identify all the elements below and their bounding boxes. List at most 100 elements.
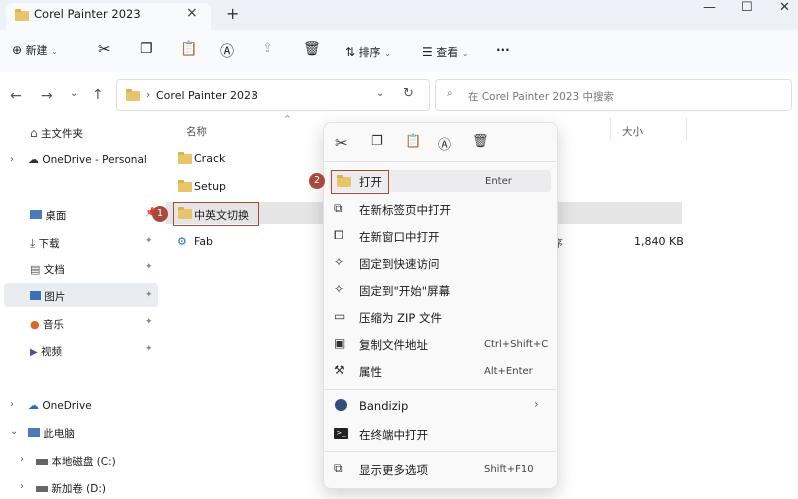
folder-icon (178, 180, 192, 192)
menu-item-more-options[interactable]: ⧉ 显示更多选项 Shift+F10 (329, 458, 551, 480)
nav-label: 图片 (44, 291, 66, 303)
file-name: Crack (194, 152, 226, 165)
nav-item-desktop[interactable]: 桌面 (30, 208, 66, 223)
folder-icon (126, 89, 140, 101)
breadcrumb-folder[interactable]: Corel Painter 2023 (156, 89, 258, 102)
nav-item-music[interactable]: ● 音乐 (30, 317, 64, 332)
file-row[interactable]: Crack (166, 147, 326, 169)
nav-selection-highlight (4, 283, 158, 307)
column-divider[interactable] (610, 118, 611, 140)
share-icon[interactable]: ⇪ (262, 41, 273, 56)
nav-item-this-pc[interactable]: 此电脑 (28, 426, 75, 441)
view-button[interactable]: ☰ 查看 ⌄ (422, 44, 468, 60)
address-dropdown-icon[interactable]: ⌄ (376, 88, 384, 99)
close-window-button[interactable]: ✕ (779, 0, 790, 15)
pin-icon[interactable]: ✦ (145, 236, 153, 246)
command-bar (0, 30, 798, 73)
menu-item-compress-zip[interactable]: ▭ 压缩为 ZIP 文件 (329, 306, 551, 328)
menu-item-open-terminal[interactable]: >_ 在终端中打开 (329, 423, 551, 445)
nav-item-drive-c[interactable]: 本地磁盘 (C:) (36, 454, 116, 469)
menu-item-open-new-tab[interactable]: ⧉ 在新标签页中打开 (329, 198, 551, 220)
cloud-icon: ☁ (28, 153, 39, 166)
paste-icon[interactable]: 📋 (180, 41, 197, 57)
column-header-name[interactable]: 名称 (186, 124, 207, 139)
menu-item-open-new-window[interactable]: ⧠ 在新窗口中打开 (329, 225, 551, 247)
more-options-icon[interactable]: ··· (496, 43, 510, 57)
step-badge-1: 1 (152, 206, 168, 222)
menu-label: 显示更多选项 (359, 463, 428, 477)
nav-label: 文档 (43, 264, 65, 276)
breadcrumb-separator: › (252, 88, 257, 101)
maximize-button[interactable]: ☐ (741, 0, 753, 15)
back-icon[interactable]: ← (10, 88, 22, 104)
copy-icon[interactable]: ❐ (371, 134, 383, 149)
menu-item-properties[interactable]: ⚒ 属性 Alt+Enter (329, 360, 551, 382)
column-header-size[interactable]: 大小 (622, 124, 643, 139)
column-divider[interactable] (686, 118, 687, 140)
computer-icon (28, 428, 40, 437)
chevron-down-icon: ⌄ (461, 49, 469, 58)
nav-item-onedrive-personal[interactable]: ☁ OneDrive - Personal (28, 153, 147, 166)
menu-label: 在新窗口中打开 (359, 230, 440, 244)
cut-icon[interactable]: ✂ (98, 40, 111, 58)
menu-label: Bandizip (359, 399, 409, 413)
refresh-icon[interactable]: ↻ (403, 86, 414, 101)
file-size: 1,840 KB (634, 235, 684, 248)
nav-item-documents[interactable]: ▤ 文档 (30, 262, 65, 277)
nav-label: 视频 (41, 346, 63, 358)
menu-item-bandizip[interactable]: Bandizip › (329, 395, 551, 417)
pin-icon[interactable]: ✦ (145, 317, 153, 327)
file-row[interactable]: Setup (166, 175, 326, 197)
copy-icon[interactable]: ❐ (140, 41, 153, 57)
app-icon: ⚙ (177, 235, 187, 248)
nav-item-onedrive[interactable]: ☁ OneDrive (28, 399, 92, 412)
download-icon: ⤓ (30, 236, 36, 250)
sort-icon: ⇅ (345, 45, 356, 59)
bandizip-icon (335, 399, 347, 411)
sort-label: 排序 (358, 46, 381, 59)
chevron-right-icon[interactable]: › (20, 454, 24, 465)
nav-item-home[interactable]: ⌂ 主文件夹 (30, 126, 83, 141)
minimize-button[interactable]: — (703, 0, 716, 15)
new-button[interactable]: ⊕ 新建 ⌄ (12, 42, 58, 58)
menu-item-pin-quick-access[interactable]: ✧ 固定到快速访问 (329, 252, 551, 274)
chevron-down-icon[interactable]: ⌄ (10, 426, 18, 437)
nav-label: 新加卷 (D:) (51, 483, 106, 495)
more-options-icon: ⧉ (334, 461, 343, 475)
rename-icon[interactable]: Ⓐ (438, 134, 451, 153)
chevron-right-icon[interactable]: › (10, 399, 14, 410)
recent-dropdown-icon[interactable]: ⌄ (70, 88, 78, 99)
delete-icon[interactable]: 🗑 (472, 134, 489, 149)
rename-icon[interactable]: Ⓐ (220, 41, 234, 61)
up-icon[interactable]: ↑ (92, 87, 104, 103)
menu-label: 在终端中打开 (359, 428, 428, 442)
nav-label: 下载 (38, 238, 60, 250)
pin-icon[interactable]: ✦ (145, 344, 153, 354)
forward-icon[interactable]: → (41, 88, 53, 104)
nav-item-videos[interactable]: ▶ 视频 (30, 344, 62, 359)
sort-button[interactable]: ⇅ 排序 ⌄ (345, 44, 391, 60)
search-placeholder: 在 Corel Painter 2023 中搜索 (468, 91, 615, 103)
folder-icon (178, 152, 192, 164)
nav-item-drive-d[interactable]: 新加卷 (D:) (36, 481, 106, 496)
chevron-right-icon[interactable]: › (20, 481, 24, 492)
pin-icon[interactable]: ✦ (145, 290, 153, 300)
tab-close-icon[interactable]: × (186, 5, 198, 21)
chevron-right-icon[interactable]: › (10, 154, 14, 165)
pictures-icon (30, 291, 41, 300)
paste-icon[interactable]: 📋 (405, 134, 421, 149)
cloud-icon: ☁ (28, 399, 39, 412)
nav-item-pictures[interactable]: 图片 (30, 289, 65, 304)
new-tab-button[interactable]: + (226, 4, 239, 23)
menu-item-pin-start[interactable]: ✧ 固定到"开始"屏幕 (329, 279, 551, 301)
pin-icon[interactable]: ✦ (145, 262, 153, 272)
nav-label: 本地磁盘 (C:) (51, 456, 116, 468)
nav-item-downloads[interactable]: ⤓ 下载 (30, 236, 60, 251)
folder-icon (15, 9, 29, 21)
delete-icon[interactable]: 🗑 (303, 41, 321, 57)
folder-icon (178, 207, 192, 219)
pin-icon: ✧ (334, 282, 345, 296)
menu-shortcut: Ctrl+Shift+C (484, 339, 549, 350)
menu-item-copy-path[interactable]: ▣ 复制文件地址 Ctrl+Shift+C (329, 333, 551, 355)
cut-icon[interactable]: ✂ (335, 134, 348, 152)
